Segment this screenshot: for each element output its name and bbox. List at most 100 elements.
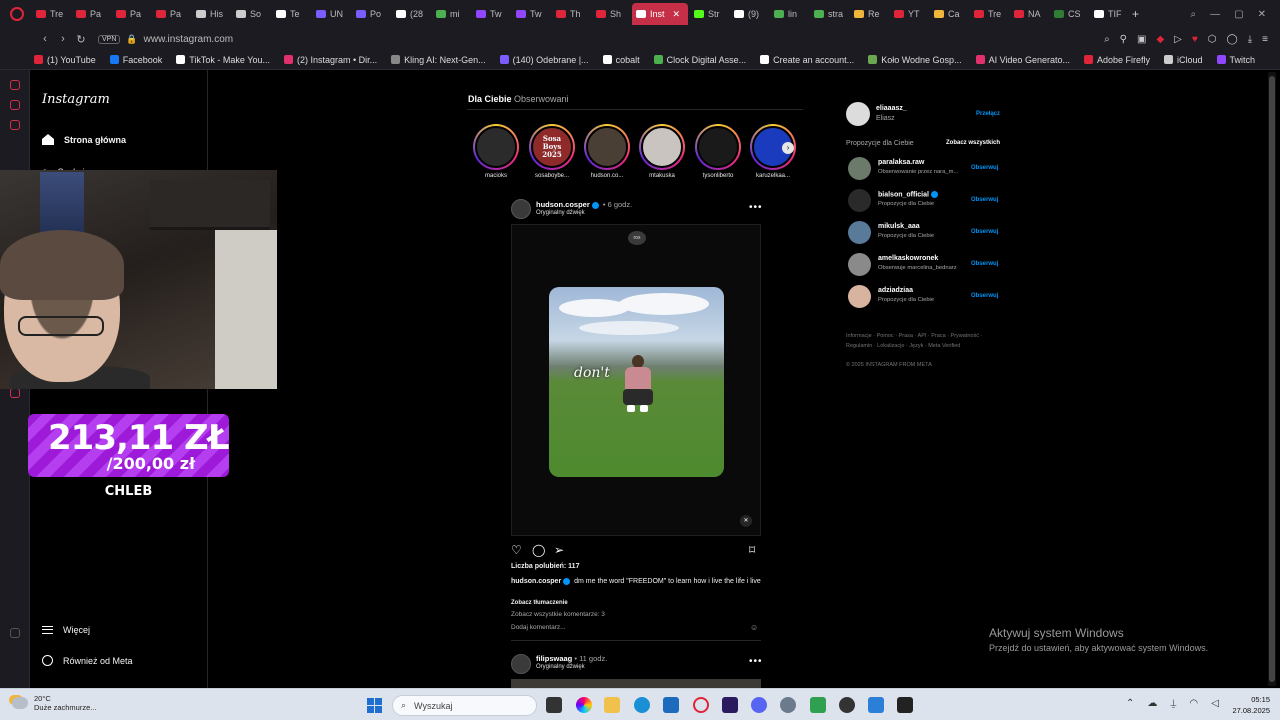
- settings-icon[interactable]: [9, 388, 20, 398]
- follow-button[interactable]: Obserwuj: [971, 229, 998, 235]
- nav-home[interactable]: Strona główna: [42, 134, 126, 145]
- switch-account-link[interactable]: Przełącz: [976, 111, 1000, 117]
- follow-button[interactable]: Obserwuj: [971, 261, 998, 267]
- messenger-icon[interactable]: [9, 100, 20, 110]
- after-effects-icon[interactable]: [722, 697, 738, 713]
- copilot-icon[interactable]: [576, 697, 592, 713]
- forward-button[interactable]: ›: [54, 33, 72, 45]
- opera-taskbar-icon[interactable]: [693, 697, 709, 713]
- current-username[interactable]: eliaaasz_: [876, 105, 907, 112]
- share-icon[interactable]: ➢: [554, 543, 564, 557]
- start-button[interactable]: [367, 698, 382, 713]
- discord-icon[interactable]: [751, 697, 767, 713]
- taskbar-clock[interactable]: 05:15 27.08.2025: [1226, 694, 1270, 716]
- suggestion-username[interactable]: bialson_official: [878, 191, 940, 198]
- browser-tab[interactable]: YT: [890, 3, 928, 25]
- instagram-logo[interactable]: Instagram: [42, 92, 110, 107]
- menu-icon[interactable]: ≡: [1262, 34, 1268, 45]
- volume-icon[interactable]: ◁: [1211, 698, 1219, 709]
- stories-next-button[interactable]: ›: [782, 142, 794, 154]
- post-author[interactable]: hudson.cosper: [536, 200, 590, 209]
- profile-icon[interactable]: ◯: [1227, 34, 1238, 45]
- browser-tab[interactable]: Po: [352, 3, 390, 25]
- network-icon[interactable]: ☁: [1147, 698, 1157, 709]
- reload-icon[interactable]: ↻: [72, 33, 90, 46]
- weather-widget[interactable]: 20°C Duże zachmurze...: [12, 694, 97, 712]
- post2-author-avatar[interactable]: [511, 654, 531, 674]
- heart-icon[interactable]: ♥: [1192, 34, 1198, 45]
- browser-tab[interactable]: Te: [272, 3, 310, 25]
- follow-button[interactable]: Obserwuj: [971, 293, 998, 299]
- post2-media[interactable]: [511, 679, 761, 688]
- file-explorer-icon[interactable]: [604, 697, 620, 713]
- bookmark-item[interactable]: cobalt: [602, 55, 640, 65]
- mute-icon[interactable]: ✕: [740, 515, 752, 527]
- follow-button[interactable]: Obserwuj: [971, 197, 998, 203]
- taskbar-search-input[interactable]: ⌕ Wyszukaj: [392, 695, 537, 716]
- story-item[interactable]: tysonliberto: [694, 124, 742, 179]
- player-icon[interactable]: ▷: [1174, 34, 1182, 45]
- nav-also-from-meta[interactable]: Również od Meta: [42, 655, 133, 666]
- like-icon[interactable]: ♡: [511, 543, 522, 557]
- download-icon[interactable]: ⤓: [1248, 34, 1252, 45]
- story-item[interactable]: mtakuska: [638, 124, 686, 179]
- bookmark-item[interactable]: Adobe Firefly: [1083, 55, 1150, 65]
- story-item[interactable]: Sosa Boys 2025 sosaboybe...: [528, 124, 576, 179]
- browser-tab[interactable]: Pa: [72, 3, 110, 25]
- bookmark-item[interactable]: (1) YouTube: [34, 55, 96, 65]
- suggestion-avatar[interactable]: [848, 285, 871, 308]
- footer-links[interactable]: Informacje · Pomoc · Prasa · API · Praca…: [846, 331, 1006, 351]
- browser-tab[interactable]: Pa: [112, 3, 150, 25]
- suggestion-avatar[interactable]: [848, 157, 871, 180]
- wifi-icon[interactable]: ◠: [1189, 698, 1198, 709]
- bookmark-item[interactable]: Koło Wodne Gosp...: [868, 55, 962, 65]
- browser-tab[interactable]: Str: [690, 3, 728, 25]
- search-tabs-icon[interactable]: ⌕: [1191, 9, 1197, 20]
- bookmark-item[interactable]: Facebook: [109, 55, 162, 65]
- browser-tab[interactable]: Tre: [970, 3, 1008, 25]
- tab-following[interactable]: Obserwowani: [514, 94, 569, 104]
- bookmark-item[interactable]: iCloud: [1164, 55, 1203, 65]
- suggestion-username[interactable]: paralaksa.raw: [878, 159, 924, 166]
- bookmark-item[interactable]: AI Video Generato...: [975, 55, 1070, 65]
- browser-tab[interactable]: mi: [432, 3, 470, 25]
- browser-tab[interactable]: Th: [552, 3, 590, 25]
- edge-icon[interactable]: [634, 697, 650, 713]
- shield-icon[interactable]: ◆: [1156, 34, 1164, 45]
- suggestion-username[interactable]: mikulsk_aaa: [878, 223, 920, 230]
- settings-gear-icon[interactable]: [780, 697, 796, 713]
- extensions-icon[interactable]: ⬡: [1208, 34, 1217, 45]
- bookmark-item[interactable]: TikTok - Make You...: [176, 55, 270, 65]
- task-view-icon[interactable]: [546, 697, 562, 713]
- see-all-link[interactable]: Zobacz wszystkich: [946, 140, 1000, 146]
- post-media[interactable]: rox don't ✕: [511, 224, 761, 536]
- post-author-avatar[interactable]: [511, 199, 531, 219]
- suggestion-avatar[interactable]: [848, 189, 871, 212]
- see-translation-link[interactable]: Zobacz tłumaczenie: [511, 600, 568, 606]
- bookmark-item[interactable]: Twitch: [1216, 55, 1255, 65]
- capcut-icon[interactable]: [897, 697, 913, 713]
- zoom-icon[interactable]: ⌕: [1104, 34, 1110, 45]
- tab-for-you[interactable]: Dla Ciebie: [468, 94, 512, 104]
- bookmark-item[interactable]: (140) Odebrane |...: [499, 55, 589, 65]
- add-comment-input[interactable]: Dodaj komentarz...: [511, 624, 566, 631]
- browser-tab[interactable]: NA: [1010, 3, 1048, 25]
- view-comments-link[interactable]: Zobacz wszystkie komentarze: 3: [511, 611, 605, 618]
- post2-options-icon[interactable]: •••: [749, 656, 763, 667]
- chevron-up-icon[interactable]: ⌃: [1126, 698, 1134, 709]
- comment-icon[interactable]: ◯: [532, 543, 545, 557]
- back-button[interactable]: ‹: [36, 33, 54, 45]
- browser-tab[interactable]: stra: [810, 3, 848, 25]
- browser-tab[interactable]: (9): [730, 3, 768, 25]
- bookmark-item[interactable]: Clock Digital Asse...: [653, 55, 746, 65]
- browser-tab[interactable]: Tw: [472, 3, 510, 25]
- minimize-button[interactable]: —: [1210, 9, 1220, 20]
- url-field[interactable]: www.instagram.com: [144, 34, 233, 45]
- post-audio[interactable]: Oryginalny dźwięk: [536, 210, 585, 216]
- close-window-button[interactable]: ✕: [1258, 9, 1266, 20]
- bookmark-item[interactable]: Kling AI: Next-Gen...: [391, 55, 486, 65]
- nav-more[interactable]: Więcej: [42, 625, 90, 635]
- browser-tab[interactable]: His: [192, 3, 230, 25]
- mic-icon[interactable]: ⍊: [1170, 698, 1176, 709]
- current-user-avatar[interactable]: [846, 102, 870, 126]
